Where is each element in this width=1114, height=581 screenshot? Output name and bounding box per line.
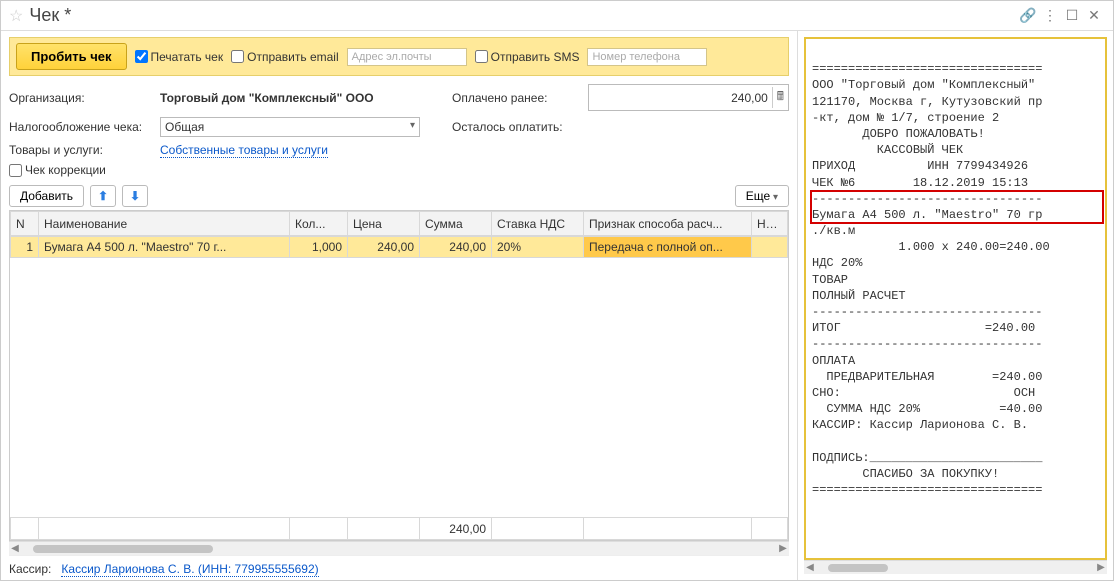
organization-value: Торговый дом "Комплексный" ООО xyxy=(160,91,420,105)
col-vat[interactable]: Ставка НДС xyxy=(492,212,584,236)
taxation-select[interactable]: Общая xyxy=(160,117,420,137)
send-email-label: Отправить email xyxy=(247,50,339,64)
paid-earlier-label: Оплачено ранее: xyxy=(452,91,582,105)
cashier-label: Кассир: xyxy=(9,562,51,576)
correction-receipt-label: Чек коррекции xyxy=(25,163,106,177)
col-payment-sign[interactable]: Признак способа расч... xyxy=(584,212,752,236)
cell-n[interactable]: 1 xyxy=(11,237,39,258)
submit-receipt-button[interactable]: Пробить чек xyxy=(16,43,127,70)
cell-vat[interactable]: 20% xyxy=(492,237,584,258)
cell-sum[interactable]: 240,00 xyxy=(420,237,492,258)
scroll-right-icon[interactable]: ▶ xyxy=(777,543,789,554)
table-row[interactable]: 1 Бумага А4 500 л. "Maestro" 70 г... 1,0… xyxy=(11,237,788,258)
correction-receipt-checkbox[interactable]: Чек коррекции xyxy=(9,163,789,177)
col-qty[interactable]: Кол... xyxy=(290,212,348,236)
footer-sum: 240,00 xyxy=(420,518,492,540)
maximize-icon[interactable]: ☐ xyxy=(1061,7,1083,24)
print-receipt-checkbox[interactable]: Печатать чек xyxy=(135,50,224,64)
receipt-preview: ================================ ООО "То… xyxy=(804,37,1107,560)
receipt-scrollbar[interactable]: ◀ ▶ xyxy=(804,560,1107,574)
scroll-thumb[interactable] xyxy=(33,545,213,553)
phone-input[interactable]: Номер телефона xyxy=(587,48,707,66)
cell-name[interactable]: Бумага А4 500 л. "Maestro" 70 г... xyxy=(39,237,290,258)
cell-nom[interactable] xyxy=(752,237,788,258)
paid-earlier-input[interactable]: 240,00 🖩 xyxy=(588,84,789,111)
print-receipt-label: Печатать чек xyxy=(151,50,224,64)
page-title: Чек * xyxy=(29,5,1017,26)
goods-services-link[interactable]: Собственные товары и услуги xyxy=(160,143,328,158)
menu-icon[interactable]: ⋮ xyxy=(1039,7,1061,24)
scroll-left-icon[interactable]: ◀ xyxy=(804,562,816,573)
col-nom[interactable]: Но... xyxy=(752,212,788,236)
col-sum[interactable]: Сумма xyxy=(420,212,492,236)
cell-qty[interactable]: 1,000 xyxy=(290,237,348,258)
calculator-icon[interactable]: 🖩 xyxy=(772,87,784,108)
move-down-button[interactable]: ⬇ xyxy=(122,185,148,207)
horizontal-scrollbar[interactable]: ◀ ▶ xyxy=(9,541,789,555)
remains-to-pay-label: Осталось оплатить: xyxy=(452,120,582,134)
add-row-button[interactable]: Добавить xyxy=(9,185,84,207)
arrow-down-icon: ⬇ xyxy=(130,189,140,203)
cell-payment-sign[interactable]: Передача с полной оп... xyxy=(584,237,752,258)
cell-price[interactable]: 240,00 xyxy=(348,237,420,258)
scroll-right-icon[interactable]: ▶ xyxy=(1095,562,1107,573)
col-n[interactable]: N xyxy=(11,212,39,236)
move-up-button[interactable]: ⬆ xyxy=(90,185,116,207)
link-icon[interactable]: 🔗 xyxy=(1017,7,1039,24)
close-icon[interactable]: ✕ xyxy=(1083,7,1105,24)
send-sms-label: Отправить SMS xyxy=(491,50,580,64)
col-name[interactable]: Наименование xyxy=(39,212,290,236)
scroll-thumb[interactable] xyxy=(828,564,888,572)
col-price[interactable]: Цена xyxy=(348,212,420,236)
favorite-star-icon[interactable]: ☆ xyxy=(9,6,23,26)
scroll-left-icon[interactable]: ◀ xyxy=(9,543,21,554)
email-input[interactable]: Адрес эл.почты xyxy=(347,48,467,66)
taxation-label: Налогообложение чека: xyxy=(9,120,154,134)
send-email-checkbox[interactable]: Отправить email xyxy=(231,50,339,64)
arrow-up-icon: ⬆ xyxy=(98,189,108,203)
more-menu-button[interactable]: Еще xyxy=(735,185,789,207)
goods-services-label: Товары и услуги: xyxy=(9,143,154,157)
cashier-link[interactable]: Кассир Ларионова С. В. (ИНН: 77995555569… xyxy=(61,562,318,577)
organization-label: Организация: xyxy=(9,91,154,105)
send-sms-checkbox[interactable]: Отправить SMS xyxy=(475,50,580,64)
